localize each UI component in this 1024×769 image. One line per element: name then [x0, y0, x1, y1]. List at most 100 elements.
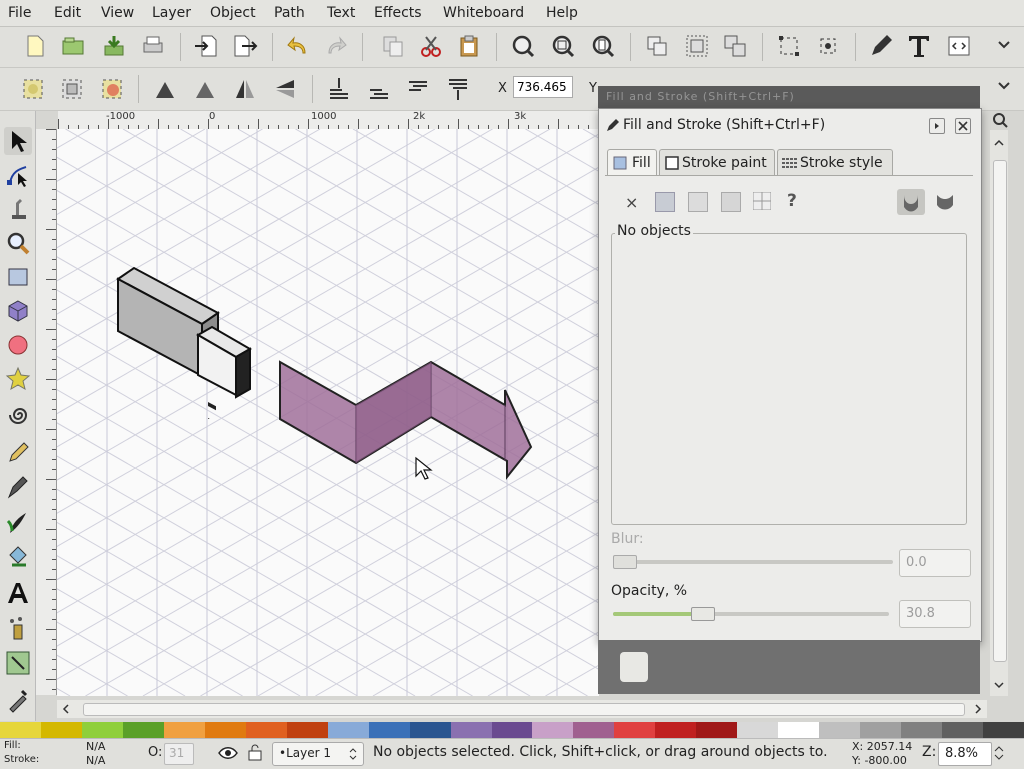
ellipse-tool-icon[interactable]	[4, 331, 32, 359]
menu-view[interactable]: View	[101, 5, 134, 21]
flip-vertical-icon[interactable]	[272, 76, 298, 102]
3d-box-tool-icon[interactable]	[4, 297, 32, 325]
calligraphy-tool-icon[interactable]	[4, 509, 32, 537]
transform-icon[interactable]	[815, 33, 841, 59]
scroll-thumb[interactable]	[83, 703, 965, 716]
menu-help[interactable]: Help	[546, 5, 578, 21]
blur-slider-track[interactable]	[613, 555, 893, 569]
scroll-up-icon[interactable]	[992, 136, 1006, 150]
menu-path[interactable]: Path	[274, 5, 305, 21]
deselect-icon[interactable]	[99, 76, 125, 102]
cut-icon[interactable]	[418, 33, 444, 59]
node-select-icon[interactable]	[776, 33, 802, 59]
opacity-slider-track[interactable]	[613, 607, 889, 621]
palette-swatch[interactable]	[819, 722, 861, 738]
print-icon[interactable]	[140, 33, 166, 59]
text-tool-icon[interactable]	[4, 579, 32, 607]
palette-swatch[interactable]	[163, 722, 205, 738]
lock-icon[interactable]	[248, 743, 262, 761]
zoom-spin-icon[interactable]	[993, 743, 1005, 763]
dropper-tool-icon[interactable]	[4, 685, 32, 713]
flat-color-icon[interactable]	[655, 192, 675, 212]
import-icon[interactable]	[193, 33, 219, 59]
menu-object[interactable]: Object	[210, 5, 256, 21]
palette-swatch[interactable]	[327, 722, 369, 738]
new-document-icon[interactable]	[22, 33, 48, 59]
xml-editor-icon[interactable]	[946, 33, 972, 59]
node-tool-icon[interactable]	[4, 161, 32, 189]
zoom-selection-icon[interactable]	[510, 33, 536, 59]
dialog-window-titlebar[interactable]: Fill and Stroke (Shift+Ctrl+F)	[598, 86, 980, 108]
zoom-corner-icon[interactable]	[990, 111, 1012, 129]
scroll-thumb[interactable]	[993, 160, 1007, 662]
redo-icon[interactable]	[323, 33, 349, 59]
scroll-right-icon[interactable]	[971, 702, 985, 716]
opacity-spinbox[interactable]: 30.8	[899, 600, 971, 628]
rotate-cw-icon[interactable]	[192, 76, 218, 102]
palette-swatch[interactable]	[122, 722, 164, 738]
scroll-down-icon[interactable]	[992, 678, 1006, 692]
palette-swatch[interactable]	[0, 722, 41, 738]
horizontal-scrollbar[interactable]	[57, 700, 987, 718]
tab-stroke-style[interactable]: Stroke style	[777, 149, 893, 176]
menu-file[interactable]: File	[8, 5, 31, 21]
lower-to-bottom-icon[interactable]	[326, 76, 352, 102]
tweak-tool-icon[interactable]	[4, 195, 32, 223]
menu-effects[interactable]: Effects	[374, 5, 422, 21]
swatch-preview-icon[interactable]	[620, 652, 648, 682]
raise-icon[interactable]	[405, 76, 431, 102]
vertical-scrollbar[interactable]	[990, 130, 1008, 696]
menu-layer[interactable]: Layer	[152, 5, 191, 21]
eye-visibility-icon[interactable]	[218, 745, 238, 761]
layer-dropdown[interactable]: •Layer 1	[272, 742, 364, 766]
menu-whiteboard[interactable]: Whiteboard	[443, 5, 524, 21]
export-icon[interactable]	[232, 33, 258, 59]
palette-swatch[interactable]	[81, 722, 123, 738]
palette-swatch[interactable]	[737, 722, 779, 738]
palette-swatch[interactable]	[286, 722, 328, 738]
chevron-down-icon[interactable]	[994, 76, 1014, 96]
palette-swatch[interactable]	[860, 722, 902, 738]
palette-swatch[interactable]	[40, 722, 82, 738]
star-tool-icon[interactable]	[4, 365, 32, 393]
blur-slider-thumb[interactable]	[613, 555, 637, 569]
menu-text[interactable]: Text	[327, 5, 355, 21]
x-coordinate-input[interactable]	[513, 76, 573, 98]
palette-swatch[interactable]	[778, 722, 820, 738]
palette-swatch[interactable]	[614, 722, 656, 738]
menu-edit[interactable]: Edit	[54, 5, 81, 21]
pen-tool-icon[interactable]	[4, 473, 32, 501]
fill-rule-evenodd-icon[interactable]	[897, 189, 925, 215]
opacity-slider-thumb[interactable]	[691, 607, 716, 621]
spiral-tool-icon[interactable]	[4, 401, 32, 429]
paint-bucket-tool-icon[interactable]	[4, 543, 32, 571]
radial-gradient-icon[interactable]	[721, 192, 741, 212]
select-all-layers-icon[interactable]	[59, 76, 85, 102]
selector-tool-icon[interactable]	[4, 127, 32, 155]
lower-icon[interactable]	[366, 76, 392, 102]
palette-swatch[interactable]	[983, 722, 1024, 738]
palette-swatch[interactable]	[696, 722, 738, 738]
open-icon[interactable]	[60, 33, 86, 59]
palette-swatch[interactable]	[368, 722, 410, 738]
palette-swatch[interactable]	[245, 722, 287, 738]
palette-swatch[interactable]	[532, 722, 574, 738]
pencil-tool-icon[interactable]	[4, 437, 32, 465]
tab-stroke-paint[interactable]: Stroke paint	[659, 149, 775, 176]
drawing-canvas[interactable]	[57, 129, 599, 696]
duplicate-icon[interactable]	[644, 33, 670, 59]
palette-swatch[interactable]	[450, 722, 492, 738]
raise-to-top-icon[interactable]	[445, 76, 471, 102]
palette-swatch[interactable]	[655, 722, 697, 738]
blur-spinbox[interactable]: 0.0	[899, 549, 971, 577]
tab-fill[interactable]: Fill	[607, 149, 657, 176]
palette-swatch[interactable]	[204, 722, 246, 738]
chevron-down-icon[interactable]	[994, 35, 1014, 55]
rotate-ccw-icon[interactable]	[152, 76, 178, 102]
ungroup-icon[interactable]	[722, 33, 748, 59]
undo-icon[interactable]	[285, 33, 311, 59]
pattern-icon[interactable]	[752, 191, 772, 211]
fill-rule-nonzero-icon[interactable]	[931, 189, 959, 215]
palette-swatch[interactable]	[942, 722, 984, 738]
close-icon[interactable]	[955, 118, 971, 134]
